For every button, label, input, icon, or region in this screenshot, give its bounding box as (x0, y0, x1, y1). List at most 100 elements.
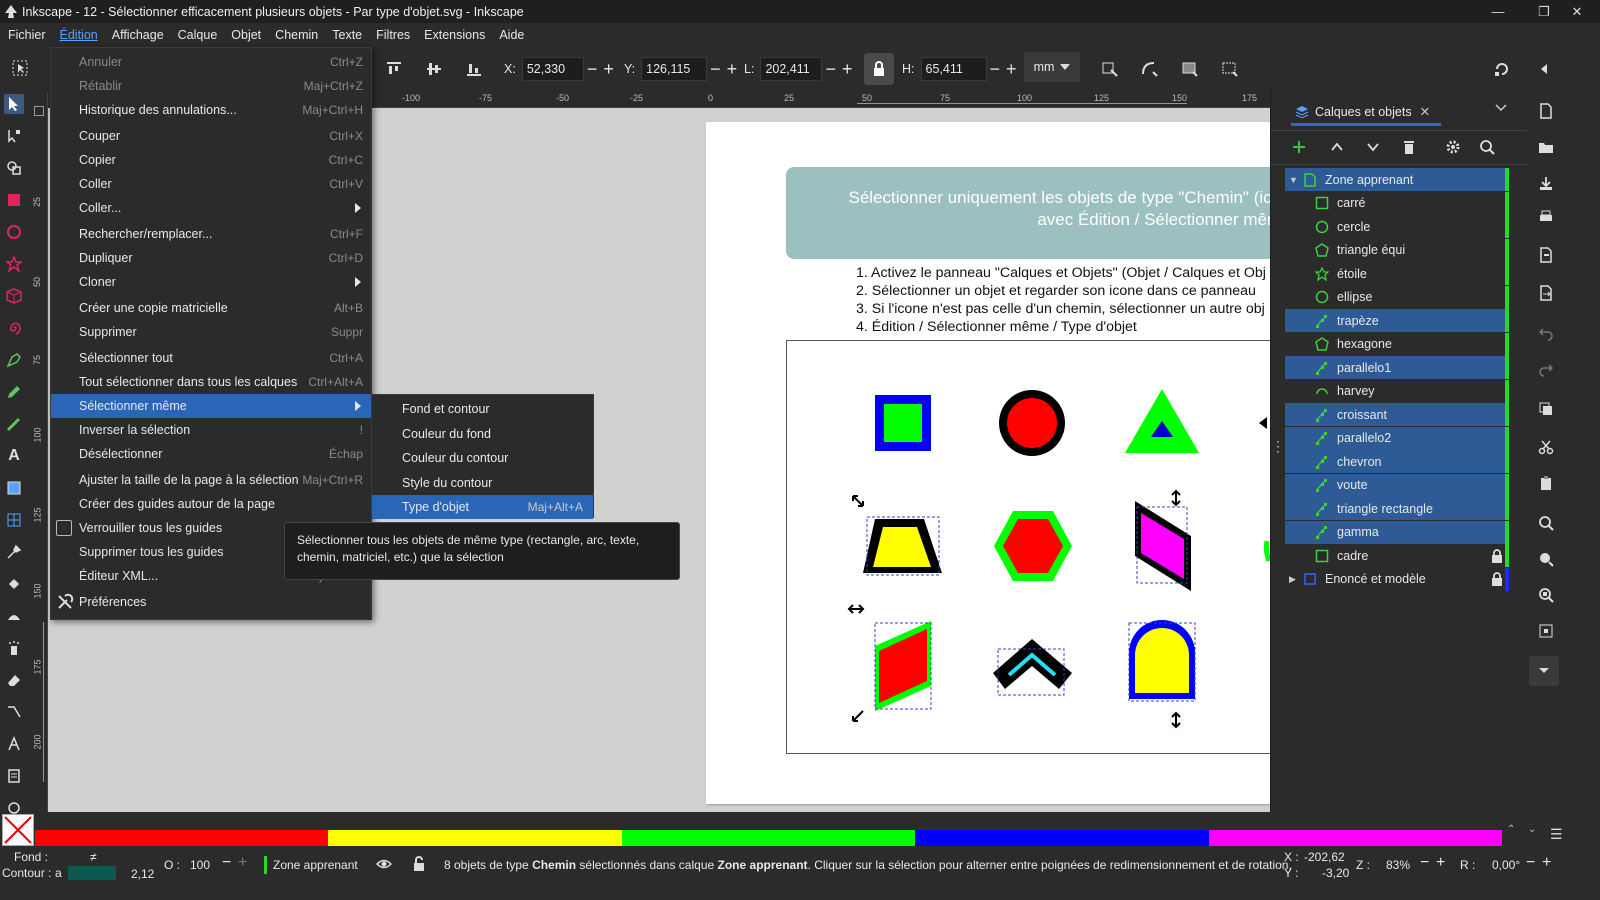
rotation-minus-icon[interactable]: − (1526, 854, 1535, 872)
palette-menu-icon[interactable]: ☰ (1550, 826, 1563, 843)
object-row[interactable]: voute (1285, 473, 1509, 497)
edit-menu-item[interactable]: Historique des annulations... Maj+Ctrl+H (51, 98, 371, 122)
y-plus-icon[interactable]: + (727, 59, 738, 80)
edit-menu-item[interactable]: Ajuster la taille de la page à la sélect… (51, 468, 371, 492)
checkbox-icon[interactable] (56, 520, 72, 536)
scale-stroke-icon[interactable] (1098, 57, 1122, 81)
select-same-item[interactable]: Style du contour (372, 471, 593, 495)
object-row[interactable]: étoile (1285, 262, 1509, 285)
edit-menu-item[interactable]: Coller Ctrl+V (51, 172, 371, 196)
spray-tool-icon[interactable] (4, 638, 24, 658)
shape-hexagone[interactable] (994, 511, 1072, 581)
scale-corners-icon[interactable] (1138, 57, 1162, 81)
edit-menu-item[interactable]: Couper Ctrl+X (51, 124, 371, 148)
edit-menu-item[interactable]: Sélectionner même (51, 394, 371, 418)
edit-menu-item[interactable]: Tout sélectionner dans tous les calques C… (51, 370, 371, 394)
lock-icon[interactable] (1491, 548, 1503, 563)
opacity-field[interactable]: 100 (190, 858, 210, 872)
delete-icon[interactable] (1401, 139, 1417, 155)
lock-ratio-icon[interactable] (864, 53, 894, 85)
move-down-icon[interactable] (1365, 139, 1381, 155)
snap-icon[interactable] (1490, 57, 1514, 81)
star-tool-icon[interactable] (4, 254, 24, 274)
shape-parallelo2[interactable] (874, 621, 932, 711)
width-field[interactable]: 202,411 (760, 57, 823, 81)
expand-toggle-icon[interactable]: ▼ (1289, 175, 1298, 185)
expand-toggle-icon[interactable]: ▶ (1289, 574, 1296, 585)
search-icon[interactable] (1479, 139, 1495, 155)
edit-menu-item[interactable]: Créer une copie matricielle Alt+B (51, 296, 371, 320)
dropper-tool-icon[interactable] (4, 542, 24, 562)
menu-objet[interactable]: Objet (224, 23, 268, 47)
mesh-tool-icon[interactable] (4, 510, 24, 530)
edit-menu-item[interactable]: Rétablir Maj+Ctrl+Z (51, 74, 371, 98)
edit-menu-item[interactable]: Dupliquer Ctrl+D (51, 246, 371, 270)
object-row[interactable]: gamma (1285, 520, 1509, 544)
edit-menu-item[interactable]: Copier Ctrl+C (51, 148, 371, 172)
object-row[interactable]: ellipse (1285, 285, 1509, 309)
move-up-icon[interactable] (1329, 139, 1345, 155)
rotation-field[interactable]: 0,00° (1492, 858, 1520, 872)
transform-gradient-icon[interactable] (1178, 57, 1202, 81)
height-plus-icon[interactable]: + (1006, 59, 1017, 80)
gradient-tool-icon[interactable] (4, 478, 24, 498)
opacity-minus-icon[interactable]: − (222, 854, 231, 872)
close-window-icon[interactable]: ✕ (1554, 0, 1600, 23)
menu-fichier[interactable]: Fichier (1, 23, 53, 47)
export-icon[interactable] (1535, 282, 1557, 304)
height-minus-icon[interactable]: − (990, 59, 1001, 80)
width-minus-icon[interactable]: − (825, 59, 836, 80)
edit-menu-item[interactable]: Coller... (51, 196, 371, 220)
connector-tool-icon[interactable] (4, 702, 24, 722)
opacity-plus-icon[interactable]: + (238, 854, 247, 872)
edit-menu-item[interactable]: Supprimer Suppr (51, 320, 371, 344)
shape-trapeze[interactable] (863, 516, 942, 576)
eraser-tool-icon[interactable] (4, 670, 24, 690)
calligraphy-tool-icon[interactable] (4, 414, 24, 434)
object-row[interactable]: triangle équi (1285, 238, 1509, 262)
shape-parallelo1[interactable] (1135, 501, 1191, 591)
copy-icon[interactable] (1535, 398, 1557, 420)
lock-icon[interactable] (1491, 572, 1503, 586)
align-center-icon[interactable] (422, 57, 446, 81)
shape-triangle-equi[interactable] (1125, 389, 1199, 453)
selector-tool-icon[interactable] (4, 94, 24, 114)
panel-drag-handle-icon[interactable]: ⋮ (1271, 438, 1285, 455)
object-row[interactable]: trapèze (1285, 309, 1509, 332)
transform-pattern-icon[interactable] (1218, 57, 1242, 81)
object-row[interactable]: harvey (1285, 379, 1509, 403)
open-file-icon[interactable] (1535, 136, 1557, 158)
layer-row[interactable]: ▼ Zone apprenant (1285, 168, 1509, 191)
visibility-eye-icon[interactable] (376, 857, 392, 871)
shapes-frame[interactable] (786, 340, 1270, 754)
pencil-tool-icon[interactable] (4, 382, 24, 402)
y-minus-icon[interactable]: − (710, 59, 721, 80)
no-paint-swatch[interactable] (2, 814, 34, 846)
edit-menu-item[interactable]: Rechercher/remplacer... Ctrl+F (51, 222, 371, 246)
more-commands-icon[interactable] (1529, 656, 1559, 686)
pen-tool-icon[interactable] (4, 350, 24, 370)
layer-row[interactable]: ▶ Enoncé et modèle (1285, 567, 1509, 591)
object-row[interactable]: parallelo2 (1285, 426, 1509, 450)
edit-menu-item[interactable]: Cloner (51, 270, 371, 294)
edit-menu-item[interactable]: Créer des guides autour de la page (51, 492, 371, 516)
spiral-tool-icon[interactable] (4, 318, 24, 338)
object-row[interactable]: triangle rectangle (1285, 497, 1509, 520)
select-same-item[interactable]: Couleur du contour (372, 446, 593, 470)
select-same-item[interactable]: Fond et contour (372, 397, 593, 421)
edit-menu-item[interactable]: Annuler Ctrl+Z (51, 50, 371, 74)
shape-etoile-partial[interactable] (1259, 417, 1267, 429)
shape-voute[interactable] (1128, 620, 1196, 702)
x-plus-icon[interactable]: + (603, 59, 614, 80)
print-icon[interactable] (1535, 206, 1557, 228)
zoom-minus-icon[interactable]: − (1420, 854, 1429, 872)
unlock-icon[interactable] (412, 856, 426, 872)
3d-box-tool-icon[interactable] (4, 286, 24, 306)
rectangle-tool-icon[interactable] (4, 190, 24, 210)
zoom-drawing-icon[interactable] (1535, 548, 1557, 570)
align-top-icon[interactable] (382, 57, 406, 81)
edit-menu-item[interactable]: Préférences (51, 590, 371, 614)
measure-tool-icon[interactable] (4, 734, 24, 754)
zoom-field[interactable]: 83% (1386, 858, 1410, 872)
menu-chemin[interactable]: Chemin (268, 23, 325, 47)
